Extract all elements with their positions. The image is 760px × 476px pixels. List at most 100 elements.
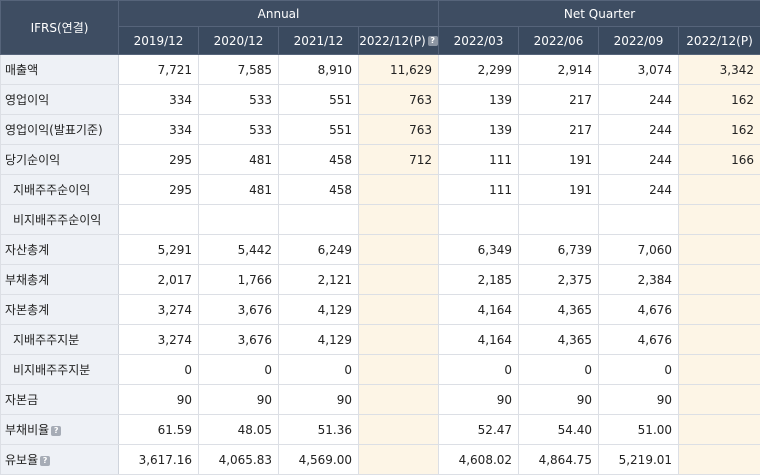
table-cell: 139 [438,84,520,115]
table-cell: 3,617.16 [118,444,199,475]
financial-summary-panel: IFRS(연결) Annual Net Quarter 2019/12 2020… [0,0,760,476]
col-header-2022-03: 2022/03 [438,26,520,55]
table-cell: 2,384 [598,264,680,295]
table-cell: 111 [438,174,520,205]
col-header-2021-12: 2021/12 [278,26,359,55]
table-cell: 61.59 [118,414,199,445]
table-cell: 0 [518,354,600,385]
table-cell [357,324,440,355]
table-row: 영업이익(발표기준) 334 533 551 763 139 217 244 162 [0,114,760,145]
table-cell: 3,676 [198,324,279,355]
table-cell: 481 [198,144,279,175]
help-icon[interactable]: ? [40,455,51,466]
table-cell: 244 [598,174,680,205]
table-cell [357,234,440,265]
row-label: 자본금 [0,384,119,415]
table-cell: 90 [518,384,600,415]
table-cell: 533 [198,114,279,145]
table-cell: 191 [518,144,600,175]
table-row: 매출액 7,721 7,585 8,910 11,629 2,299 2,914 3,074 3… [0,54,760,85]
table-cell: 48.05 [198,414,279,445]
table-cell: 4,129 [278,324,359,355]
table-cell: 4,129 [278,294,359,325]
row-label: 비지배주주순이익 [0,204,119,235]
table-cell: 5,219.01 [598,444,680,475]
table-row: 부채총계 2,017 1,766 2,121 2,185 2,375 2,384 [0,264,760,295]
table-cell [118,204,199,235]
table-cell [678,294,760,325]
row-label: 유보율? [0,444,119,475]
table-cell: 3,274 [118,324,199,355]
col-header-label: 2022/12(P) [359,33,426,48]
table-row: 자산총계 5,291 5,442 6,249 6,349 6,739 7,060 [0,234,760,265]
table-cell: 0 [278,354,359,385]
table-cell [357,444,440,475]
help-icon[interactable]: ? [51,425,62,436]
table-cell: 0 [598,354,680,385]
table-cell: 481 [198,174,279,205]
table-cell: 139 [438,114,520,145]
row-label: 자본총계 [0,294,119,325]
col-header-2020-12: 2020/12 [198,26,279,55]
table-cell: 4,608.02 [438,444,520,475]
row-label-text: 매출액 [5,63,39,77]
table-cell: 3,274 [118,294,199,325]
table-cell: 7,060 [598,234,680,265]
table-cell: 3,074 [598,54,680,85]
table-cell: 52.47 [438,414,520,445]
table-cell: 4,569.00 [278,444,359,475]
table-row: 자본금 90 90 90 90 90 90 [0,384,760,415]
row-label: 영업이익(발표기준) [0,114,119,145]
row-label-text: 영업이익(발표기준) [5,123,103,137]
table-cell [278,204,359,235]
table-cell: 4,676 [598,324,680,355]
table-cell: 2,185 [438,264,520,295]
table-cell [198,204,279,235]
col-header-2019-12: 2019/12 [118,26,199,55]
table-cell: 551 [278,114,359,145]
table-cell: 2,017 [118,264,199,295]
table-cell: 0 [118,354,199,385]
row-label-text: 지배주주순이익 [13,183,91,197]
table-cell [357,204,440,235]
table-cell: 11,629 [357,54,440,85]
table-cell: 90 [598,384,680,415]
table-cell: 1,766 [198,264,279,295]
table-cell: 51.00 [598,414,680,445]
ifrs-consolidated-header: IFRS(연결) [0,0,119,55]
table-cell: 458 [278,144,359,175]
table-row: 당기순이익 295 481 458 712 111 191 244 166 [0,144,760,175]
table-row: 지배주주순이익 295 481 458 111 191 244 [0,174,760,205]
row-label-text: 비지배주주순이익 [13,213,102,227]
table-cell [678,264,760,295]
col-header-2022-12-p-annual: 2022/12(P)? [357,26,440,55]
row-label-text: 부채총계 [5,273,50,287]
table-cell: 712 [357,144,440,175]
table-cell: 763 [357,84,440,115]
col-header-2022-09: 2022/09 [598,26,680,55]
table-cell [357,294,440,325]
table-cell: 54.40 [518,414,600,445]
row-label: 지배주주순이익 [0,174,119,205]
row-label-text: 자산총계 [5,243,50,257]
table-row: 자본총계 3,274 3,676 4,129 4,164 4,365 4,676 [0,294,760,325]
table-cell: 295 [118,174,199,205]
table-cell [357,384,440,415]
row-label-text: 비지배주주지분 [13,363,91,377]
annual-group-header: Annual [117,0,440,27]
table-cell: 0 [438,354,520,385]
table-cell: 3,342 [678,54,760,85]
help-icon[interactable]: ? [427,36,438,46]
table-cell: 51.36 [278,414,359,445]
col-header-2022-06: 2022/06 [518,26,600,55]
table-cell: 4,065.83 [198,444,279,475]
table-cell [678,204,760,235]
table-cell [678,324,760,355]
table-cell: 244 [598,114,680,145]
table-cell: 458 [278,174,359,205]
row-label-text: 지배주주지분 [13,333,80,347]
table-cell: 162 [678,84,760,115]
table-cell: 2,121 [278,264,359,295]
table-row: 비지배주주순이익 [0,204,760,235]
table-cell: 6,349 [438,234,520,265]
